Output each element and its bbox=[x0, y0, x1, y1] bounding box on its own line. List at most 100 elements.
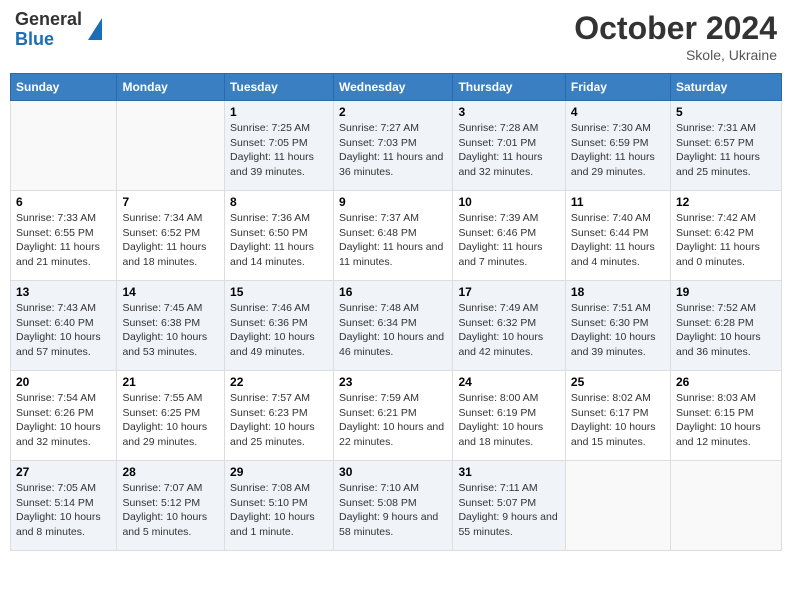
sunset-time: Sunset: 6:32 PM bbox=[458, 317, 536, 329]
week-row-2: 6 Sunrise: 7:33 AM Sunset: 6:55 PM Dayli… bbox=[11, 191, 782, 281]
day-info: Sunrise: 7:51 AM Sunset: 6:30 PM Dayligh… bbox=[571, 301, 665, 360]
day-info: Sunrise: 7:25 AM Sunset: 7:05 PM Dayligh… bbox=[230, 121, 328, 180]
day-info: Sunrise: 7:34 AM Sunset: 6:52 PM Dayligh… bbox=[122, 211, 219, 270]
daylight-hours: Daylight: 10 hours and 36 minutes. bbox=[676, 331, 761, 358]
sunrise-time: Sunrise: 7:52 AM bbox=[676, 302, 756, 314]
day-number: 11 bbox=[571, 195, 665, 209]
calendar-cell: 14 Sunrise: 7:45 AM Sunset: 6:38 PM Dayl… bbox=[117, 281, 225, 371]
day-info: Sunrise: 7:48 AM Sunset: 6:34 PM Dayligh… bbox=[339, 301, 447, 360]
day-info: Sunrise: 7:40 AM Sunset: 6:44 PM Dayligh… bbox=[571, 211, 665, 270]
week-row-3: 13 Sunrise: 7:43 AM Sunset: 6:40 PM Dayl… bbox=[11, 281, 782, 371]
day-number: 16 bbox=[339, 285, 447, 299]
sunrise-time: Sunrise: 7:30 AM bbox=[571, 122, 651, 134]
sunset-time: Sunset: 6:28 PM bbox=[676, 317, 754, 329]
sunset-time: Sunset: 6:23 PM bbox=[230, 407, 308, 419]
sunrise-time: Sunrise: 8:03 AM bbox=[676, 392, 756, 404]
daylight-hours: Daylight: 11 hours and 11 minutes. bbox=[339, 241, 443, 268]
sunrise-time: Sunrise: 7:57 AM bbox=[230, 392, 310, 404]
day-info: Sunrise: 7:33 AM Sunset: 6:55 PM Dayligh… bbox=[16, 211, 111, 270]
day-info: Sunrise: 7:39 AM Sunset: 6:46 PM Dayligh… bbox=[458, 211, 559, 270]
sunset-time: Sunset: 6:30 PM bbox=[571, 317, 649, 329]
day-info: Sunrise: 7:36 AM Sunset: 6:50 PM Dayligh… bbox=[230, 211, 328, 270]
day-info: Sunrise: 7:49 AM Sunset: 6:32 PM Dayligh… bbox=[458, 301, 559, 360]
sunset-time: Sunset: 6:17 PM bbox=[571, 407, 649, 419]
page-header: General Blue October 2024 Skole, Ukraine bbox=[10, 10, 782, 63]
daylight-hours: Daylight: 10 hours and 12 minutes. bbox=[676, 421, 761, 448]
calendar-cell: 3 Sunrise: 7:28 AM Sunset: 7:01 PM Dayli… bbox=[453, 101, 565, 191]
sunrise-time: Sunrise: 7:42 AM bbox=[676, 212, 756, 224]
sunset-time: Sunset: 6:40 PM bbox=[16, 317, 94, 329]
day-info: Sunrise: 7:31 AM Sunset: 6:57 PM Dayligh… bbox=[676, 121, 776, 180]
calendar-cell: 2 Sunrise: 7:27 AM Sunset: 7:03 PM Dayli… bbox=[334, 101, 453, 191]
logo-triangle-icon bbox=[88, 18, 102, 40]
sunrise-time: Sunrise: 7:54 AM bbox=[16, 392, 96, 404]
day-number: 12 bbox=[676, 195, 776, 209]
calendar-cell: 28 Sunrise: 7:07 AM Sunset: 5:12 PM Dayl… bbox=[117, 461, 225, 551]
sunrise-time: Sunrise: 7:46 AM bbox=[230, 302, 310, 314]
daylight-hours: Daylight: 10 hours and 25 minutes. bbox=[230, 421, 315, 448]
sunset-time: Sunset: 6:59 PM bbox=[571, 137, 649, 149]
sunset-time: Sunset: 7:05 PM bbox=[230, 137, 308, 149]
day-number: 25 bbox=[571, 375, 665, 389]
calendar-cell: 25 Sunrise: 8:02 AM Sunset: 6:17 PM Dayl… bbox=[565, 371, 670, 461]
daylight-hours: Daylight: 10 hours and 22 minutes. bbox=[339, 421, 444, 448]
calendar-cell: 10 Sunrise: 7:39 AM Sunset: 6:46 PM Dayl… bbox=[453, 191, 565, 281]
logo: General Blue bbox=[15, 10, 102, 50]
calendar-cell: 27 Sunrise: 7:05 AM Sunset: 5:14 PM Dayl… bbox=[11, 461, 117, 551]
daylight-hours: Daylight: 11 hours and 29 minutes. bbox=[571, 151, 655, 178]
day-number: 23 bbox=[339, 375, 447, 389]
day-info: Sunrise: 8:00 AM Sunset: 6:19 PM Dayligh… bbox=[458, 391, 559, 450]
day-info: Sunrise: 7:05 AM Sunset: 5:14 PM Dayligh… bbox=[16, 481, 111, 540]
day-info: Sunrise: 7:54 AM Sunset: 6:26 PM Dayligh… bbox=[16, 391, 111, 450]
calendar-cell: 18 Sunrise: 7:51 AM Sunset: 6:30 PM Dayl… bbox=[565, 281, 670, 371]
daylight-hours: Daylight: 10 hours and 15 minutes. bbox=[571, 421, 656, 448]
daylight-hours: Daylight: 10 hours and 49 minutes. bbox=[230, 331, 315, 358]
sunrise-time: Sunrise: 7:11 AM bbox=[458, 482, 537, 494]
calendar-cell: 26 Sunrise: 8:03 AM Sunset: 6:15 PM Dayl… bbox=[670, 371, 781, 461]
day-info: Sunrise: 7:45 AM Sunset: 6:38 PM Dayligh… bbox=[122, 301, 219, 360]
daylight-hours: Daylight: 10 hours and 39 minutes. bbox=[571, 331, 656, 358]
day-number: 6 bbox=[16, 195, 111, 209]
day-info: Sunrise: 7:57 AM Sunset: 6:23 PM Dayligh… bbox=[230, 391, 328, 450]
calendar-table: SundayMondayTuesdayWednesdayThursdayFrid… bbox=[10, 73, 782, 551]
day-number: 24 bbox=[458, 375, 559, 389]
weekday-header-thursday: Thursday bbox=[453, 74, 565, 101]
sunrise-time: Sunrise: 7:55 AM bbox=[122, 392, 202, 404]
sunrise-time: Sunrise: 7:45 AM bbox=[122, 302, 202, 314]
sunrise-time: Sunrise: 7:07 AM bbox=[122, 482, 202, 494]
day-info: Sunrise: 7:46 AM Sunset: 6:36 PM Dayligh… bbox=[230, 301, 328, 360]
sunrise-time: Sunrise: 7:33 AM bbox=[16, 212, 96, 224]
sunrise-time: Sunrise: 7:43 AM bbox=[16, 302, 96, 314]
day-info: Sunrise: 7:37 AM Sunset: 6:48 PM Dayligh… bbox=[339, 211, 447, 270]
day-info: Sunrise: 7:08 AM Sunset: 5:10 PM Dayligh… bbox=[230, 481, 328, 540]
calendar-header: SundayMondayTuesdayWednesdayThursdayFrid… bbox=[11, 74, 782, 101]
sunset-time: Sunset: 5:12 PM bbox=[122, 497, 200, 509]
day-info: Sunrise: 7:55 AM Sunset: 6:25 PM Dayligh… bbox=[122, 391, 219, 450]
weekday-header-saturday: Saturday bbox=[670, 74, 781, 101]
day-info: Sunrise: 7:10 AM Sunset: 5:08 PM Dayligh… bbox=[339, 481, 447, 540]
sunrise-time: Sunrise: 7:37 AM bbox=[339, 212, 419, 224]
day-number: 13 bbox=[16, 285, 111, 299]
day-info: Sunrise: 7:11 AM Sunset: 5:07 PM Dayligh… bbox=[458, 481, 559, 540]
sunrise-time: Sunrise: 8:02 AM bbox=[571, 392, 651, 404]
sunset-time: Sunset: 6:36 PM bbox=[230, 317, 308, 329]
calendar-cell: 29 Sunrise: 7:08 AM Sunset: 5:10 PM Dayl… bbox=[225, 461, 334, 551]
day-number: 30 bbox=[339, 465, 447, 479]
daylight-hours: Daylight: 11 hours and 25 minutes. bbox=[676, 151, 760, 178]
daylight-hours: Daylight: 10 hours and 32 minutes. bbox=[16, 421, 101, 448]
daylight-hours: Daylight: 10 hours and 53 minutes. bbox=[122, 331, 207, 358]
week-row-5: 27 Sunrise: 7:05 AM Sunset: 5:14 PM Dayl… bbox=[11, 461, 782, 551]
calendar-cell: 7 Sunrise: 7:34 AM Sunset: 6:52 PM Dayli… bbox=[117, 191, 225, 281]
calendar-cell: 12 Sunrise: 7:42 AM Sunset: 6:42 PM Dayl… bbox=[670, 191, 781, 281]
daylight-hours: Daylight: 11 hours and 36 minutes. bbox=[339, 151, 443, 178]
page-title: October 2024 bbox=[574, 10, 777, 47]
logo-general: General bbox=[15, 10, 82, 30]
week-row-1: 1 Sunrise: 7:25 AM Sunset: 7:05 PM Dayli… bbox=[11, 101, 782, 191]
weekday-header-row: SundayMondayTuesdayWednesdayThursdayFrid… bbox=[11, 74, 782, 101]
day-info: Sunrise: 7:43 AM Sunset: 6:40 PM Dayligh… bbox=[16, 301, 111, 360]
day-number: 7 bbox=[122, 195, 219, 209]
sunset-time: Sunset: 6:25 PM bbox=[122, 407, 200, 419]
daylight-hours: Daylight: 10 hours and 42 minutes. bbox=[458, 331, 543, 358]
sunrise-time: Sunrise: 7:31 AM bbox=[676, 122, 756, 134]
sunrise-time: Sunrise: 7:25 AM bbox=[230, 122, 310, 134]
